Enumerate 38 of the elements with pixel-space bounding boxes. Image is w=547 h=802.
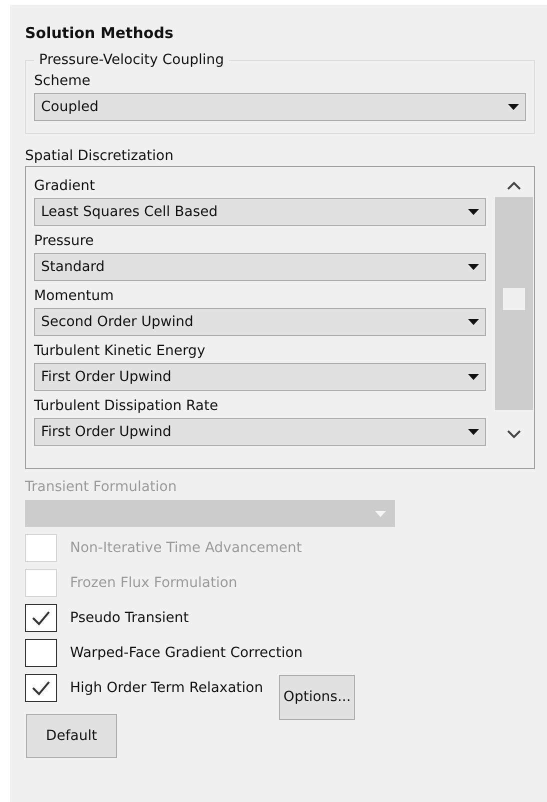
panel-title: Solution Methods [25,23,174,43]
checkbox-label: High Order Term Relaxation [70,678,264,698]
checkbox-label: Warped-Face Gradient Correction [70,644,303,662]
field-label: Momentum [34,287,115,306]
scroll-up-icon[interactable] [507,181,521,190]
caret-icon [468,429,479,435]
method-dropdown[interactable]: First Order Upwind [34,363,486,391]
method-dropdown[interactable]: Standard [34,253,486,281]
checkbox[interactable] [25,674,57,702]
checkbox-label: Pseudo Transient [70,608,189,628]
caret-icon [468,374,479,380]
field-label: Pressure [34,232,95,251]
caret-icon [375,510,386,516]
method-dropdown[interactable]: First Order Upwind [34,418,486,446]
check-icon [31,610,51,626]
field-label: Turbulent Dissipation Rate [34,397,220,416]
checkbox-label: Frozen Flux Formulation [70,574,238,592]
field-label: Gradient [34,177,96,196]
method-dropdown[interactable]: Least Squares Cell Based [34,198,486,226]
field-label: Turbulent Kinetic Energy [34,342,206,361]
field-label: Transient Formulation [25,478,178,497]
field-label: Scheme [34,72,92,91]
scroll-thumb[interactable] [503,288,525,310]
method-dropdown[interactable]: Second Order Upwind [34,308,486,336]
caret-icon [508,104,519,110]
caret-icon [468,264,479,270]
checkbox-label: Non-Iterative Time Advancement [70,538,302,558]
checkbox[interactable] [25,604,57,632]
scheme-dropdown[interactable]: Coupled [34,93,526,121]
checkbox[interactable] [25,638,57,666]
scroll-down-icon[interactable] [507,430,521,439]
section-label: Spatial Discretization [25,147,174,166]
caret-icon [468,209,479,215]
default-button[interactable]: Default [26,714,117,758]
caret-icon [468,319,479,325]
options-button[interactable]: Options... [279,675,356,720]
group-legend: Pressure-Velocity Coupling [34,50,230,70]
check-icon [31,680,51,696]
